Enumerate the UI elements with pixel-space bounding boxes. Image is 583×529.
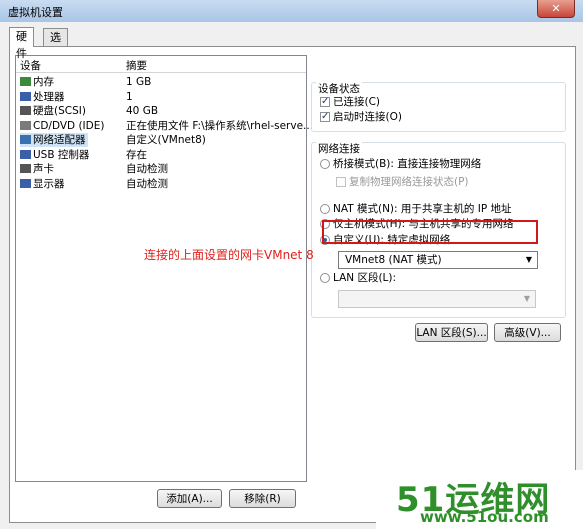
device-summary: 自定义(VMnet8) (126, 134, 206, 146)
device-row[interactable]: 网络适配器 自定义(VMnet8) (16, 133, 306, 147)
device-name: 内存 (20, 75, 56, 89)
annotation-text: 连接的上面设置的网卡VMnet 8 (144, 248, 314, 262)
device-name: USB 控制器 (20, 148, 91, 162)
window-title: 虚拟机设置 (8, 6, 63, 19)
radio-unselected-icon (320, 204, 330, 214)
dropdown-arrow-icon: ▼ (525, 255, 532, 264)
device-summary: 1 (126, 90, 133, 103)
processor-icon (20, 91, 31, 101)
checkbox-unchecked-icon (336, 177, 346, 187)
display-icon (20, 178, 31, 188)
device-summary: 40 GB (126, 105, 159, 117)
connect-at-power-on-checkbox[interactable]: 启动时连接(O) (320, 110, 402, 124)
radio-unselected-icon (320, 273, 330, 283)
device-row[interactable]: CD/DVD (IDE) 正在使用文件 F:\操作系统\rhel-serve... (16, 119, 313, 133)
device-list[interactable]: 设备 摘要 内存 1 GB 处理器 1 硬盘(SCSI) 40 GB CD/DVD (IDE… (15, 55, 313, 482)
settings-dialog: 硬件 选项 设备 摘要 内存 1 GB 处理器 1 硬盘(SCSI) 40 GB CD/DV… (0, 22, 583, 529)
device-summary: 自动检测 (126, 177, 168, 190)
lan-segments-button[interactable]: LAN 区段(S)... (415, 323, 488, 342)
title-bar: 虚拟机设置 ✕ (0, 0, 583, 23)
replicate-state-checkbox[interactable]: 复制物理网络连接状态(P) (336, 176, 469, 189)
network-connection-title: 网络连接 (316, 141, 362, 156)
custom-network-select[interactable]: VMnet8 (NAT 模式) ▼ (338, 251, 538, 269)
device-list-header: 设备 摘要 (16, 56, 306, 73)
remove-button[interactable]: 移除(R) (229, 489, 296, 508)
checkbox-checked-icon (320, 110, 330, 123)
network-adapter-icon (20, 135, 31, 144)
device-summary: 正在使用文件 F:\操作系统\rhel-serve... (126, 119, 314, 132)
device-row[interactable]: 声卡 自动检测 (16, 162, 306, 176)
device-name: CD/DVD (IDE) (20, 119, 106, 133)
device-summary: 自动检测 (126, 163, 168, 175)
cd-dvd-icon (20, 120, 31, 130)
add-button[interactable]: 添加(A)... (157, 489, 222, 508)
advanced-button[interactable]: 高级(V)... (494, 323, 561, 342)
bridged-mode-radio[interactable]: 桥接模式(B): 直接连接物理网络 (320, 158, 481, 171)
radio-unselected-icon (320, 159, 330, 169)
device-row[interactable]: USB 控制器 存在 (16, 148, 306, 162)
close-button[interactable]: ✕ (537, 0, 575, 18)
usb-icon (20, 149, 31, 159)
highlight-box (322, 220, 538, 244)
device-row[interactable]: 显示器 自动检测 (16, 177, 306, 191)
watermark-url: www.51ou.com (420, 508, 549, 526)
device-row[interactable]: 内存 1 GB (16, 75, 306, 89)
dropdown-arrow-icon: ▼ (523, 294, 530, 303)
device-status-group: 设备状态 已连接(C) 启动时连接(O) (311, 81, 566, 132)
device-status-title: 设备状态 (316, 81, 362, 96)
device-name: 显示器 (20, 177, 67, 191)
device-row[interactable]: 硬盘(SCSI) 40 GB (16, 104, 306, 118)
device-summary: 存在 (126, 148, 147, 161)
sound-card-icon (20, 164, 31, 173)
tab-options[interactable]: 选项 (43, 28, 68, 61)
device-name: 处理器 (20, 90, 67, 104)
lan-segment-select[interactable]: ▼ (338, 290, 536, 308)
checkbox-checked-icon (320, 95, 330, 108)
device-summary: 1 GB (126, 76, 152, 88)
device-name: 网络适配器 (20, 133, 88, 147)
lan-segment-radio[interactable]: LAN 区段(L): (320, 272, 396, 285)
column-header-summary[interactable]: 摘要 (126, 58, 147, 73)
device-row[interactable]: 处理器 1 (16, 90, 306, 104)
tab-hardware[interactable]: 硬件 (9, 27, 34, 60)
watermark: 51运维网 www.51ou.com (376, 470, 583, 529)
connected-checkbox[interactable]: 已连接(C) (320, 95, 380, 109)
device-name: 声卡 (20, 162, 56, 176)
device-name: 硬盘(SCSI) (20, 104, 88, 118)
hard-disk-icon (20, 106, 31, 115)
memory-icon (20, 77, 31, 86)
hardware-panel: 设备 摘要 内存 1 GB 处理器 1 硬盘(SCSI) 40 GB CD/DVD (IDE… (9, 46, 576, 523)
nat-mode-radio[interactable]: NAT 模式(N): 用于共享主机的 IP 地址 (320, 203, 512, 216)
